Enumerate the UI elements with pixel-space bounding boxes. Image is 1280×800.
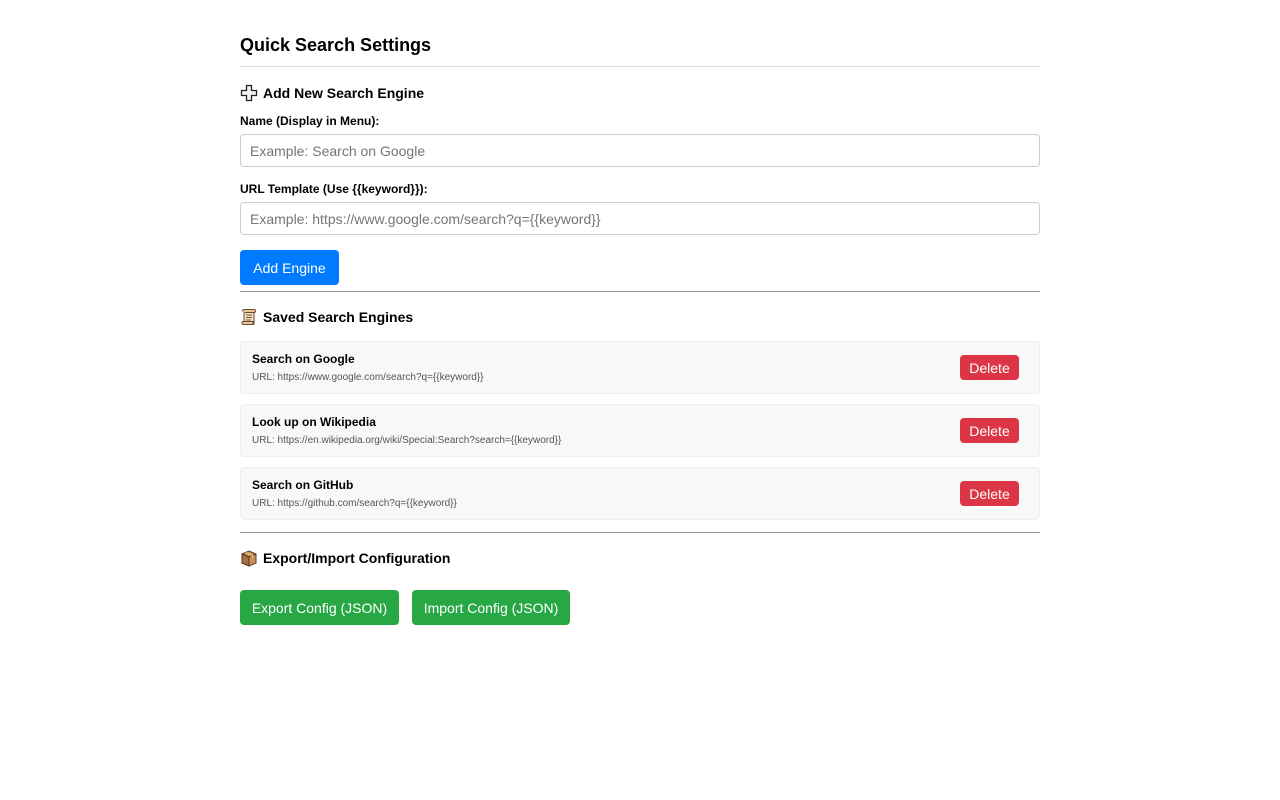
title-divider (240, 66, 1040, 67)
config-heading: Export/Import Configuration (240, 549, 1040, 567)
page-title: Quick Search Settings (240, 35, 432, 55)
saved-engines-heading: Saved Search Engines (240, 308, 1040, 326)
engine-name: Search on Google (252, 352, 355, 366)
saved-engines-list: Search on Google URL: https://www.google… (240, 341, 1040, 520)
engine-url: URL: https://www.google.com/search?q={{k… (252, 372, 484, 383)
scroll-icon (240, 308, 258, 326)
plus-icon (240, 84, 258, 102)
add-engine-button[interactable]: Add Engine (240, 250, 339, 285)
section-divider-2 (240, 532, 1040, 533)
delete-engine-button[interactable]: Delete (960, 355, 1019, 380)
add-engine-heading: Add New Search Engine (240, 84, 1040, 102)
url-template-input[interactable] (240, 202, 1040, 235)
config-actions: Export Config (JSON) Import Config (JSON… (240, 590, 1040, 625)
name-field-label: Name (Display in Menu): (240, 114, 380, 128)
export-config-button[interactable]: Export Config (JSON) (240, 590, 399, 625)
import-config-button[interactable]: Import Config (JSON) (412, 590, 570, 625)
engine-url: URL: https://en.wikipedia.org/wiki/Speci… (252, 435, 562, 446)
package-icon (240, 549, 258, 567)
add-engine-heading-text: Add New Search Engine (263, 85, 425, 101)
name-input[interactable] (240, 134, 1040, 167)
engine-card-google: Search on Google URL: https://www.google… (240, 341, 1040, 394)
saved-engines-heading-text: Saved Search Engines (263, 309, 414, 325)
engine-name: Search on GitHub (252, 478, 354, 492)
engine-card-wikipedia: Look up on Wikipedia URL: https://en.wik… (240, 404, 1040, 457)
config-heading-text: Export/Import Configuration (263, 550, 451, 566)
settings-container: Quick Search Settings Add New Search Eng… (240, 0, 1040, 625)
engine-name: Look up on Wikipedia (252, 415, 376, 429)
engine-url: URL: https://github.com/search?q={{keywo… (252, 498, 457, 509)
section-divider-1 (240, 291, 1040, 292)
delete-engine-button[interactable]: Delete (960, 481, 1019, 506)
engine-card-github: Search on GitHub URL: https://github.com… (240, 467, 1040, 520)
delete-engine-button[interactable]: Delete (960, 418, 1019, 443)
url-template-field-label: URL Template (Use {{keyword}}): (240, 182, 428, 196)
